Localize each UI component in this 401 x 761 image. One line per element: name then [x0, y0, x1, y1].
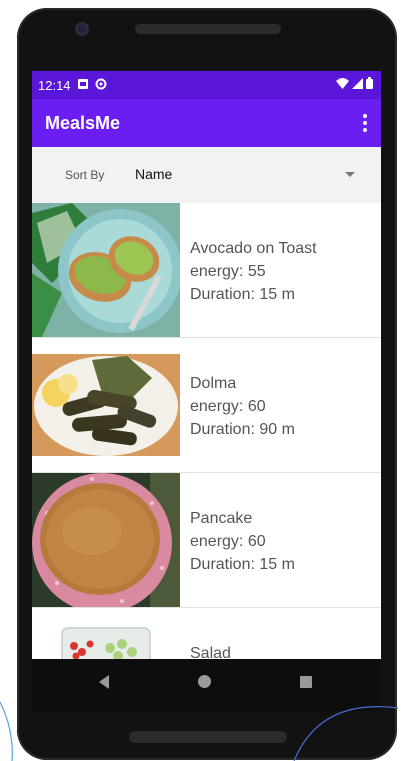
signal-icon: [352, 77, 363, 89]
meal-energy: energy: 60: [190, 398, 266, 415]
recents-icon[interactable]: [300, 676, 312, 688]
meal-name: Avocado on Toast: [190, 240, 317, 257]
meal-list-item[interactable]: Pancake energy: 60 Duration: 15 m: [32, 473, 381, 608]
meal-info: Avocado on Toast energy: 55 Duration: 15…: [190, 237, 317, 306]
meal-name: Pancake: [190, 510, 253, 527]
app-title: MealsMe: [45, 112, 121, 133]
meal-list-item[interactable]: Avocado on Toast energy: 55 Duration: 15…: [32, 203, 381, 338]
phone-frame: 12:14 MealsMe Sort By Name Avocado on To…: [17, 8, 397, 760]
app-bar: MealsMe: [32, 99, 381, 147]
status-bar: 12:14: [32, 71, 381, 99]
arrow-drop-down-icon[interactable]: [345, 172, 355, 177]
meal-list-item[interactable]: Dolma energy: 60 Duration: 90 m: [32, 338, 381, 473]
device-screen: 12:14 MealsMe Sort By Name Avocado on To…: [32, 71, 381, 711]
home-icon[interactable]: [198, 675, 211, 688]
meal-info: Dolma energy: 60 Duration: 90 m: [190, 372, 295, 441]
meal-duration: Duration: 15 m: [190, 556, 295, 573]
meal-energy: energy: 60: [190, 533, 266, 550]
pancake-photo: [32, 473, 180, 607]
dolma-photo: [32, 338, 180, 472]
back-icon[interactable]: [99, 675, 109, 689]
sort-bar: Sort By Name: [32, 147, 381, 203]
meal-info: Pancake energy: 60 Duration: 15 m: [190, 507, 295, 576]
system-nav-bar: [32, 659, 381, 711]
meal-duration: Duration: 90 m: [190, 421, 295, 438]
front-camera: [75, 22, 89, 36]
wifi-icon: [336, 77, 349, 89]
status-time: 12:14: [38, 77, 71, 93]
avocado-toast-photo: [32, 203, 180, 337]
sort-select[interactable]: Name: [135, 166, 172, 182]
sort-label: Sort By: [65, 168, 105, 182]
earpiece-speaker: [135, 24, 281, 34]
sync-icon: [95, 78, 107, 93]
meal-name: Dolma: [190, 375, 237, 392]
meal-list: Avocado on Toast energy: 55 Duration: 15…: [32, 203, 381, 711]
more-vert-icon[interactable]: [357, 109, 373, 137]
meal-energy: energy: 55: [190, 263, 266, 280]
battery-icon: [366, 77, 373, 89]
bottom-speaker: [129, 731, 287, 743]
status-icons: [336, 77, 373, 89]
meal-duration: Duration: 15 m: [190, 286, 295, 303]
notification-icon: [77, 78, 88, 92]
